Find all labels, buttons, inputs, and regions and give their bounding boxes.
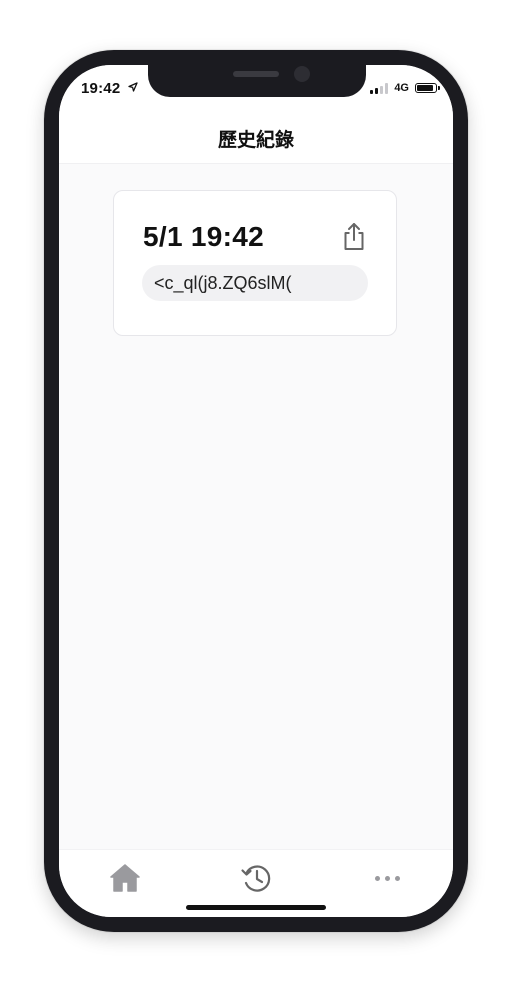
battery-icon	[415, 83, 440, 93]
more-icon	[374, 875, 400, 881]
status-time: 19:42	[81, 80, 121, 97]
phone-frame: 19:42 4G 歷史紀錄 5/1 19:42 <c_ql(j8.ZQ6slM(	[44, 50, 468, 932]
status-indicators: 4G	[370, 82, 440, 94]
history-datetime: 5/1 19:42	[143, 221, 265, 252]
network-type: 4G	[394, 82, 409, 94]
page: 19:42 4G 歷史紀錄 5/1 19:42 <c_ql(j8.ZQ6slM(	[0, 0, 512, 983]
signal-bar	[385, 82, 389, 94]
nav-header: 歷史紀錄	[59, 111, 453, 164]
cellular-signal-icon	[370, 82, 389, 94]
tab-history[interactable]	[236, 860, 276, 896]
history-list: 5/1 19:42 <c_ql(j8.ZQ6slM(	[59, 164, 453, 844]
page-title: 歷史紀錄	[217, 130, 294, 151]
signal-bar	[370, 89, 374, 94]
signal-bar	[375, 87, 379, 94]
tab-home[interactable]	[105, 860, 145, 896]
dot	[374, 875, 380, 881]
share-button[interactable]	[340, 221, 368, 253]
phone-screen: 19:42 4G 歷史紀錄 5/1 19:42 <c_ql(j8.ZQ6slM(	[59, 65, 453, 917]
battery-fill	[417, 85, 433, 91]
history-card[interactable]: 5/1 19:42 <c_ql(j8.ZQ6slM(	[113, 190, 397, 336]
history-icon	[241, 865, 271, 892]
dot	[384, 875, 390, 881]
home-icon	[110, 864, 140, 892]
history-code: <c_ql(j8.ZQ6slM(	[142, 265, 368, 301]
home-indicator[interactable]	[186, 905, 326, 910]
signal-bar	[380, 85, 384, 94]
tab-more[interactable]	[367, 860, 407, 896]
share-icon	[344, 223, 364, 250]
speaker-grille	[233, 71, 279, 77]
dot	[394, 875, 400, 881]
location-arrow-icon	[128, 82, 138, 92]
front-camera	[294, 66, 310, 82]
notch	[148, 65, 366, 97]
